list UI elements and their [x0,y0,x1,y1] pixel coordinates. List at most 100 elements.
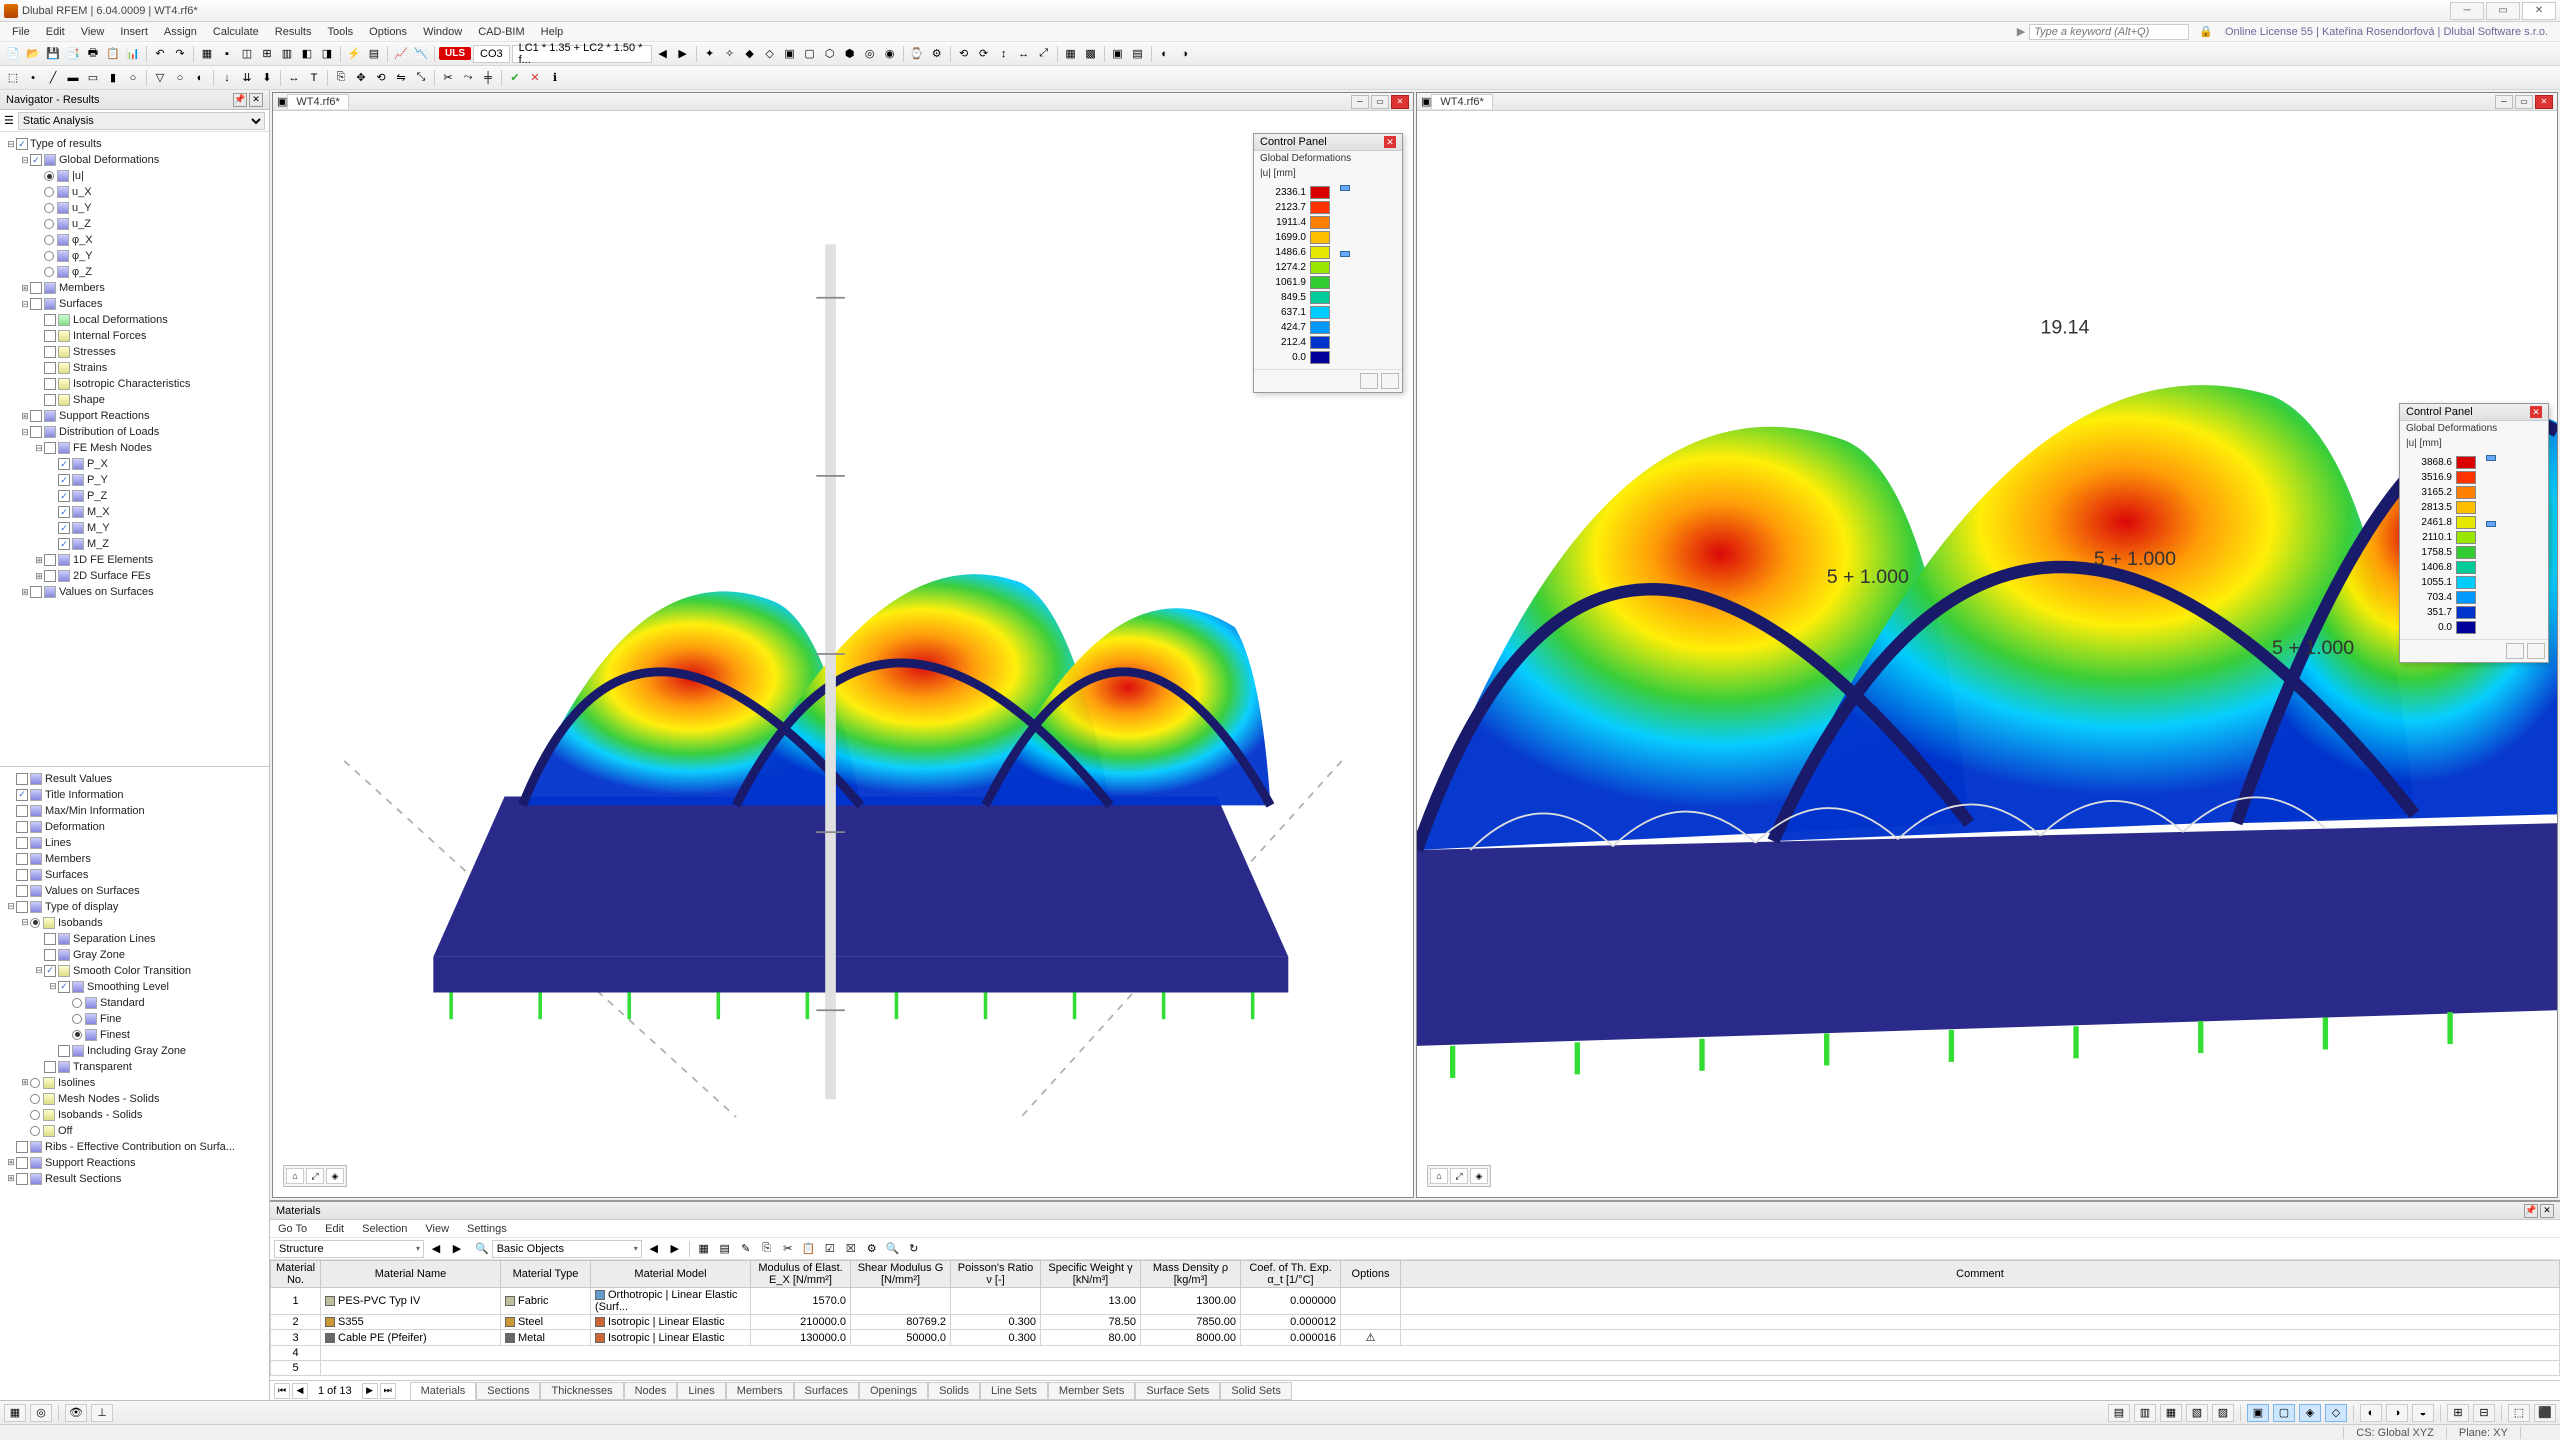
tb9-icon[interactable]: ⚙ [863,1240,881,1258]
tree-item[interactable]: ✓M_Z [2,536,267,552]
tree-item[interactable]: ⊞Values on Surfaces [2,584,267,600]
tree-item[interactable]: Standard [2,995,267,1011]
tree-toggle[interactable]: ⊟ [48,981,58,992]
hinge-icon[interactable]: ○ [171,69,189,87]
tree-item[interactable]: ✓M_Y [2,520,267,536]
tool-b-icon[interactable]: ✧ [721,45,739,63]
tree-item[interactable]: Deformation [2,819,267,835]
tool-h-icon[interactable]: ⬢ [841,45,859,63]
menu-insert[interactable]: Insert [112,24,156,40]
save-all-icon[interactable]: 📑 [64,45,82,63]
rotate-icon[interactable]: ⟲ [372,69,390,87]
bb11-icon[interactable]: ◑ [2386,1404,2408,1422]
tree-checkbox[interactable] [16,1141,28,1153]
tree-checkbox[interactable] [44,394,56,406]
tree-toggle[interactable]: ⊟ [34,965,44,976]
menu-file[interactable]: File [4,24,38,40]
tree-checkbox[interactable] [16,837,28,849]
col-model[interactable]: Material Model [591,1261,751,1288]
materials-grid[interactable]: Material No. Material Name Material Type… [270,1260,2560,1380]
tree-item[interactable]: ✓P_Y [2,472,267,488]
scale-thumb-bot[interactable] [1340,251,1350,257]
tree-item[interactable]: Surfaces [2,867,267,883]
menu-assign[interactable]: Assign [156,24,205,40]
opening-icon[interactable]: ○ [124,69,142,87]
next-cat-icon[interactable]: ▶ [448,1240,466,1258]
tree-checkbox[interactable] [16,1157,28,1169]
tree-radio[interactable] [30,1110,40,1120]
table-row[interactable]: 3 Cable PE (Pfeifer) Metal Isotropic | L… [271,1330,2560,1346]
solid-icon[interactable]: ▮ [104,69,122,87]
divide-icon[interactable]: ╪ [479,69,497,87]
tree-checkbox[interactable] [44,933,56,945]
tb3-icon[interactable]: ✎ [737,1240,755,1258]
tree-toggle[interactable]: ⊟ [20,917,30,928]
mesh-icon[interactable]: ▤ [365,45,383,63]
tree-toggle[interactable]: ⊞ [20,1077,30,1088]
category-dropdown[interactable]: Structure [274,1240,424,1258]
info-icon[interactable]: ℹ [546,69,564,87]
tree-toggle[interactable]: ⊞ [20,411,30,422]
tb2-icon[interactable]: ▤ [716,1240,734,1258]
minimize-button[interactable]: ─ [2450,2,2484,20]
tool-d-icon[interactable]: ◇ [761,45,779,63]
tree-radio[interactable] [44,219,54,229]
tool-i-icon[interactable]: ◎ [861,45,879,63]
vp-close-icon[interactable]: ✕ [2535,95,2553,109]
tree-item[interactable]: Transparent [2,1059,267,1075]
bb3-icon[interactable]: ▦ [2160,1404,2182,1422]
tree-item[interactable]: ⊟Isobands [2,915,267,931]
viewport-tab[interactable]: WT4.rf6* [287,94,348,109]
cp-btn1-icon[interactable] [1360,373,1378,389]
loadarea-icon[interactable]: ⬇ [258,69,276,87]
tree-checkbox[interactable]: ✓ [44,965,56,977]
tree-checkbox[interactable] [16,853,28,865]
bb2-icon[interactable]: ▥ [2134,1404,2156,1422]
results-icon[interactable]: 📈 [392,45,410,63]
ortho-icon[interactable]: ⊥ [91,1404,113,1422]
tb4-icon[interactable]: ⎘ [758,1240,776,1258]
prev-sub-icon[interactable]: ◀ [645,1240,663,1258]
vp-close-icon[interactable]: ✕ [1391,95,1409,109]
menu-view[interactable]: View [73,24,113,40]
bb14-icon[interactable]: ⊟ [2473,1404,2495,1422]
surface-icon[interactable]: ▭ [84,69,102,87]
bb12-icon[interactable]: ◒ [2412,1404,2434,1422]
tree-item[interactable]: ⊟FE Mesh Nodes [2,440,267,456]
tree-checkbox[interactable]: ✓ [58,506,70,518]
cp-btn2-icon[interactable] [1381,373,1399,389]
tree-item[interactable]: Off [2,1123,267,1139]
close-panel-icon[interactable]: ✕ [2540,1204,2554,1218]
tree-checkbox[interactable] [44,570,56,582]
cp-close-icon[interactable]: ✕ [1384,136,1396,148]
close-panel-icon[interactable]: ✕ [249,93,263,107]
menu-help[interactable]: Help [533,24,572,40]
window1-icon[interactable]: ◫ [238,45,256,63]
grid-icon[interactable]: ▦ [198,45,216,63]
fit-view-icon[interactable]: ⤢ [306,1168,324,1184]
footer-tab-lines[interactable]: Lines [677,1382,725,1400]
tree-checkbox[interactable] [44,378,56,390]
home-view-icon[interactable]: ⌂ [1430,1168,1448,1184]
tree-toggle[interactable]: ⊞ [20,283,30,294]
tree-item[interactable]: Gray Zone [2,947,267,963]
display-tree[interactable]: Result Values✓Title InformationMax/Min I… [0,767,269,1401]
menu-edit[interactable]: Edit [38,24,73,40]
tree-item[interactable]: Shape [2,392,267,408]
tree-checkbox[interactable] [44,330,56,342]
viewport-right[interactable]: ▣ WT4.rf6* ─ ▭ ✕ [1416,92,2558,1198]
col-w[interactable]: Specific Weight γ [kN/m³] [1041,1261,1141,1288]
tree-item[interactable]: ⊟✓Smooth Color Transition [2,963,267,979]
tree-item[interactable]: ⊟✓Smoothing Level [2,979,267,995]
bb10-icon[interactable]: ◐ [2360,1404,2382,1422]
home-view-icon[interactable]: ⌂ [286,1168,304,1184]
tb5-icon[interactable]: ✂ [779,1240,797,1258]
tree-item[interactable]: u_Y [2,200,267,216]
next-sub-icon[interactable]: ▶ [666,1240,684,1258]
tree-item[interactable]: Result Values [2,771,267,787]
footer-tab-solids[interactable]: Solids [928,1382,980,1400]
footer-tab-linesets[interactable]: Line Sets [980,1382,1048,1400]
3d-canvas-right[interactable]: 5 + 1.000 5 + 1.000 5 + 1.000 19.14 [1417,111,2557,1197]
col-no[interactable]: Material No. [271,1261,321,1288]
tree-item[interactable]: ⊞Result Sections [2,1171,267,1187]
